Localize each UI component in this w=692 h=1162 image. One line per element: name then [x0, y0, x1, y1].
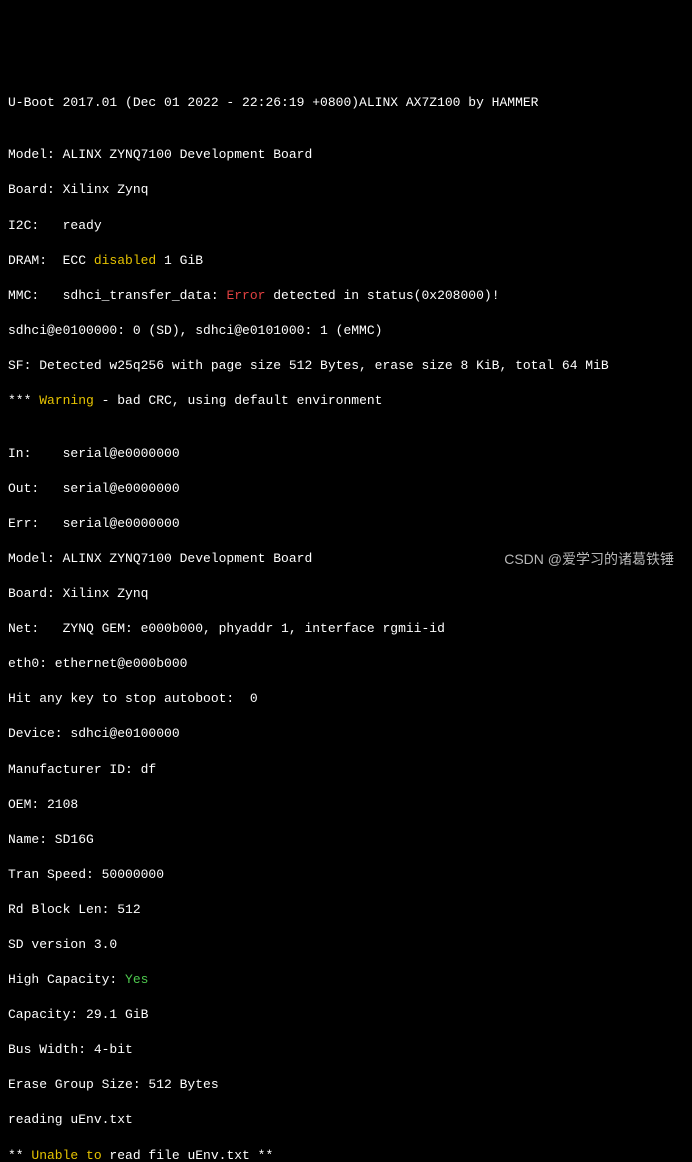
- rdblk-line: Rd Block Len: 512: [8, 901, 684, 919]
- err-line: Err: serial@e0000000: [8, 515, 684, 533]
- i2c-line: I2C: ready: [8, 217, 684, 235]
- boot-header: U-Boot 2017.01 (Dec 01 2022 - 22:26:19 +…: [8, 94, 684, 112]
- warning-word: Warning: [39, 393, 94, 408]
- oem-line: OEM: 2108: [8, 796, 684, 814]
- warning-line: *** Warning - bad CRC, using default env…: [8, 392, 684, 410]
- device-line: Device: sdhci@e0100000: [8, 725, 684, 743]
- board2-line: Board: Xilinx Zynq: [8, 585, 684, 603]
- warn-stars: ***: [8, 393, 39, 408]
- net-line: Net: ZYNQ GEM: e000b000, phyaddr 1, inte…: [8, 620, 684, 638]
- warn-suffix: - bad CRC, using default environment: [94, 393, 383, 408]
- dram-disabled: disabled: [94, 253, 156, 268]
- sdver-line: SD version 3.0: [8, 936, 684, 954]
- hitkey-line: Hit any key to stop autoboot: 0: [8, 690, 684, 708]
- terminal-output: U-Boot 2017.01 (Dec 01 2022 - 22:26:19 +…: [8, 76, 684, 1162]
- mfr-line: Manufacturer ID: df: [8, 761, 684, 779]
- hc-yes: Yes: [125, 972, 148, 987]
- eth0-line: eth0: ethernet@e000b000: [8, 655, 684, 673]
- capacity-line: Capacity: 29.1 GiB: [8, 1006, 684, 1024]
- in-line: In: serial@e0000000: [8, 445, 684, 463]
- name-line: Name: SD16G: [8, 831, 684, 849]
- dram-line: DRAM: ECC disabled 1 GiB: [8, 252, 684, 270]
- model-line: Model: ALINX ZYNQ7100 Development Board: [8, 146, 684, 164]
- board-line: Board: Xilinx Zynq: [8, 181, 684, 199]
- out-line: Out: serial@e0000000: [8, 480, 684, 498]
- mmc-suffix: detected in status(0x208000)!: [265, 288, 499, 303]
- unable1-a: **: [8, 1148, 31, 1162]
- unable1-b: Unable to: [31, 1148, 101, 1162]
- unable-uenv-line: ** Unable to read file uEnv.txt **: [8, 1147, 684, 1162]
- sf-line: SF: Detected w25q256 with page size 512 …: [8, 357, 684, 375]
- mmc-line: MMC: sdhci_transfer_data: Error detected…: [8, 287, 684, 305]
- buswidth-line: Bus Width: 4-bit: [8, 1041, 684, 1059]
- sdhci-line: sdhci@e0100000: 0 (SD), sdhci@e0101000: …: [8, 322, 684, 340]
- unable1-c: read file uEnv.txt **: [102, 1148, 274, 1162]
- hc-line: High Capacity: Yes: [8, 971, 684, 989]
- mmc-error: Error: [226, 288, 265, 303]
- dram-suffix: 1 GiB: [156, 253, 203, 268]
- read-uenv-line: reading uEnv.txt: [8, 1111, 684, 1129]
- hc-prefix: High Capacity:: [8, 972, 125, 987]
- erasegrp-line: Erase Group Size: 512 Bytes: [8, 1076, 684, 1094]
- mmc-prefix: MMC: sdhci_transfer_data:: [8, 288, 226, 303]
- dram-prefix: DRAM: ECC: [8, 253, 94, 268]
- model2-line: Model: ALINX ZYNQ7100 Development Board: [8, 550, 684, 568]
- tran-line: Tran Speed: 50000000: [8, 866, 684, 884]
